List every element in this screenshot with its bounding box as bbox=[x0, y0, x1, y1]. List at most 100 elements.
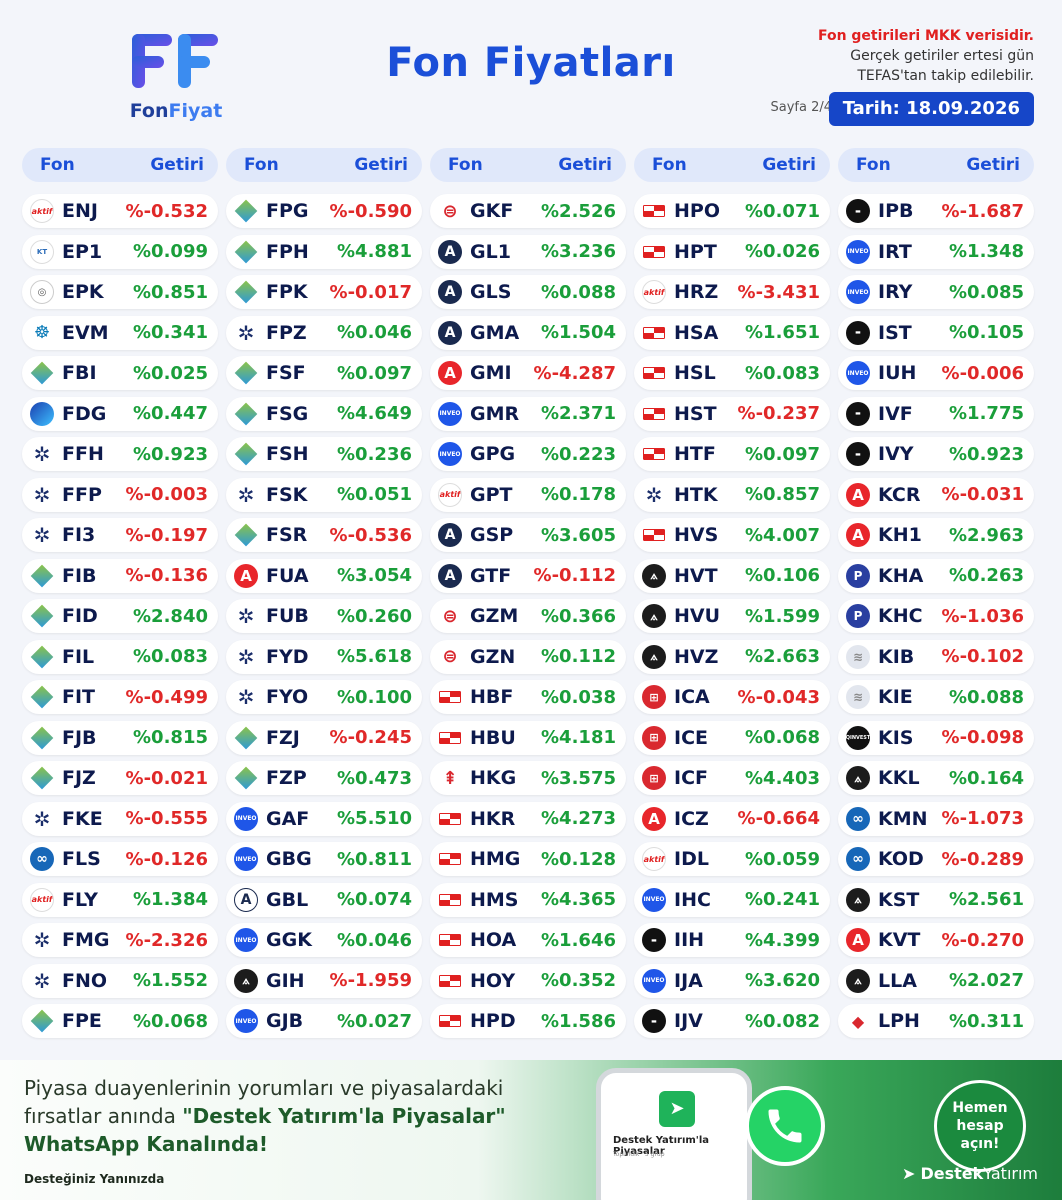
fund-row[interactable]: ◆ LPH %0.311 bbox=[838, 1004, 1034, 1038]
fund-row[interactable]: INVEO IHC %0.241 bbox=[634, 882, 830, 917]
fund-row[interactable]: FIB %-0.136 bbox=[22, 558, 218, 593]
fund-row[interactable]: HSL %0.083 bbox=[634, 356, 830, 390]
fund-row[interactable]: FPE %0.068 bbox=[22, 1004, 218, 1038]
fund-row[interactable]: aktif FLY %1.384 bbox=[22, 882, 218, 917]
fund-row[interactable]: A KVT %-0.270 bbox=[838, 923, 1034, 957]
fund-row[interactable]: P KHC %-1.036 bbox=[838, 599, 1034, 633]
fund-row[interactable]: INVEO GAF %5.510 bbox=[226, 801, 422, 836]
fund-row[interactable]: ✲ FKE %-0.555 bbox=[22, 801, 218, 836]
fund-row[interactable]: FPH %4.881 bbox=[226, 234, 422, 269]
fund-row[interactable]: ≋ KIB %-0.102 bbox=[838, 639, 1034, 674]
fund-row[interactable]: aktif IDL %0.059 bbox=[634, 842, 830, 876]
fund-row[interactable]: ✲ FPZ %0.046 bbox=[226, 315, 422, 350]
fund-row[interactable]: ▬ IVF %1.775 bbox=[838, 396, 1034, 431]
fund-row[interactable]: HSA %1.651 bbox=[634, 315, 830, 350]
fund-row[interactable]: ⟑ HVZ %2.663 bbox=[634, 639, 830, 674]
fund-row[interactable]: A GBL %0.074 bbox=[226, 882, 422, 917]
fund-row[interactable]: HBF %0.038 bbox=[430, 680, 626, 714]
fund-row[interactable]: FPG %-0.590 bbox=[226, 194, 422, 228]
fund-row[interactable]: HPD %1.586 bbox=[430, 1004, 626, 1038]
fund-row[interactable]: INVEO IJA %3.620 bbox=[634, 963, 830, 998]
fund-row[interactable]: ◎ EPK %0.851 bbox=[22, 275, 218, 309]
fund-row[interactable]: KT EP1 %0.099 bbox=[22, 234, 218, 269]
fund-row[interactable]: ∞ KMN %-1.073 bbox=[838, 801, 1034, 836]
fund-row[interactable]: A GL1 %3.236 bbox=[430, 234, 626, 269]
fund-row[interactable]: ⇞ HKG %3.575 bbox=[430, 761, 626, 795]
fund-row[interactable]: HVS %4.007 bbox=[634, 518, 830, 552]
fund-row[interactable]: ✲ FNO %1.552 bbox=[22, 963, 218, 998]
fund-row[interactable]: QINVEST KIS %-0.098 bbox=[838, 720, 1034, 755]
fund-row[interactable]: INVEO GPG %0.223 bbox=[430, 437, 626, 471]
fund-row[interactable]: aktif ENJ %-0.532 bbox=[22, 194, 218, 228]
fund-row[interactable]: HTF %0.097 bbox=[634, 437, 830, 471]
fund-row[interactable]: ⟑ GIH %-1.959 bbox=[226, 963, 422, 998]
fund-row[interactable]: FDG %0.447 bbox=[22, 396, 218, 431]
fund-row[interactable]: ▬ IIH %4.399 bbox=[634, 923, 830, 957]
fund-row[interactable]: ⊜ GZN %0.112 bbox=[430, 639, 626, 674]
fund-row[interactable]: ✲ FFP %-0.003 bbox=[22, 477, 218, 512]
fund-row[interactable]: FJB %0.815 bbox=[22, 720, 218, 755]
fund-row[interactable]: A KCR %-0.031 bbox=[838, 477, 1034, 512]
fund-row[interactable]: FSG %4.649 bbox=[226, 396, 422, 431]
whatsapp-promo-banner[interactable]: Piyasa duayenlerinin yorumları ve piyasa… bbox=[0, 1060, 1062, 1200]
fund-row[interactable]: FIT %-0.499 bbox=[22, 680, 218, 714]
open-account-button[interactable]: Hemen hesap açın! bbox=[934, 1080, 1026, 1172]
fund-row[interactable]: ✲ FYD %5.618 bbox=[226, 639, 422, 674]
fund-row[interactable]: A KH1 %2.963 bbox=[838, 518, 1034, 552]
fund-row[interactable]: ☸ EVM %0.341 bbox=[22, 315, 218, 350]
fund-row[interactable]: ⊞ ICF %4.403 bbox=[634, 761, 830, 795]
fund-row[interactable]: FZJ %-0.245 bbox=[226, 720, 422, 755]
fund-row[interactable]: aktif HRZ %-3.431 bbox=[634, 275, 830, 309]
fund-row[interactable]: ✲ FI3 %-0.197 bbox=[22, 518, 218, 552]
fund-row[interactable]: ✲ FYO %0.100 bbox=[226, 680, 422, 714]
fund-row[interactable]: A GSP %3.605 bbox=[430, 518, 626, 552]
fund-row[interactable]: P KHA %0.263 bbox=[838, 558, 1034, 593]
fund-row[interactable]: A GMA %1.504 bbox=[430, 315, 626, 350]
fund-row[interactable]: HOY %0.352 bbox=[430, 963, 626, 998]
fund-row[interactable]: HST %-0.237 bbox=[634, 396, 830, 431]
fund-row[interactable]: ✲ FUB %0.260 bbox=[226, 599, 422, 633]
fund-row[interactable]: FZP %0.473 bbox=[226, 761, 422, 795]
fund-row[interactable]: ⟑ KST %2.561 bbox=[838, 882, 1034, 917]
fund-row[interactable]: aktif GPT %0.178 bbox=[430, 477, 626, 512]
fund-row[interactable]: ✲ FFH %0.923 bbox=[22, 437, 218, 471]
fund-row[interactable]: FPK %-0.017 bbox=[226, 275, 422, 309]
fund-row[interactable]: FSR %-0.536 bbox=[226, 518, 422, 552]
fund-row[interactable]: FID %2.840 bbox=[22, 599, 218, 633]
fund-row[interactable]: ✲ FMG %-2.326 bbox=[22, 923, 218, 957]
fund-row[interactable]: ⟑ LLA %2.027 bbox=[838, 963, 1034, 998]
fund-row[interactable]: ✲ FSK %0.051 bbox=[226, 477, 422, 512]
fund-row[interactable]: HOA %1.646 bbox=[430, 923, 626, 957]
fund-row[interactable]: ⊜ GZM %0.366 bbox=[430, 599, 626, 633]
fund-row[interactable]: A GLS %0.088 bbox=[430, 275, 626, 309]
fund-row[interactable]: FJZ %-0.021 bbox=[22, 761, 218, 795]
fund-row[interactable]: FBI %0.025 bbox=[22, 356, 218, 390]
fund-row[interactable]: HPT %0.026 bbox=[634, 234, 830, 269]
fund-row[interactable]: HMS %4.365 bbox=[430, 882, 626, 917]
fund-row[interactable]: HKR %4.273 bbox=[430, 801, 626, 836]
fund-row[interactable]: ▬ IJV %0.082 bbox=[634, 1004, 830, 1038]
fund-row[interactable]: ∞ FLS %-0.126 bbox=[22, 842, 218, 876]
fund-row[interactable]: ✲ HTK %0.857 bbox=[634, 477, 830, 512]
fund-row[interactable]: ⊞ ICE %0.068 bbox=[634, 720, 830, 755]
fund-row[interactable]: ▬ IPB %-1.687 bbox=[838, 194, 1034, 228]
fund-row[interactable]: ∞ KOD %-0.289 bbox=[838, 842, 1034, 876]
fund-row[interactable]: ⟑ KKL %0.164 bbox=[838, 761, 1034, 795]
fund-row[interactable]: FSF %0.097 bbox=[226, 356, 422, 390]
fund-row[interactable]: A GTF %-0.112 bbox=[430, 558, 626, 593]
fund-row[interactable]: INVEO GMR %2.371 bbox=[430, 396, 626, 431]
fund-row[interactable]: A FUA %3.054 bbox=[226, 558, 422, 593]
fund-row[interactable]: ▬ IVY %0.923 bbox=[838, 437, 1034, 471]
fund-row[interactable]: HBU %4.181 bbox=[430, 720, 626, 755]
fund-row[interactable]: FSH %0.236 bbox=[226, 437, 422, 471]
fund-row[interactable]: ≋ KIE %0.088 bbox=[838, 680, 1034, 714]
fund-row[interactable]: INVEO GGK %0.046 bbox=[226, 923, 422, 957]
fund-row[interactable]: ⊜ GKF %2.526 bbox=[430, 194, 626, 228]
fund-row[interactable]: A GMI %-4.287 bbox=[430, 356, 626, 390]
whatsapp-icon[interactable] bbox=[745, 1086, 825, 1166]
fund-row[interactable]: ⊞ ICA %-0.043 bbox=[634, 680, 830, 714]
fund-row[interactable]: HPO %0.071 bbox=[634, 194, 830, 228]
fund-row[interactable]: ▬ IST %0.105 bbox=[838, 315, 1034, 350]
fund-row[interactable]: ⟑ HVU %1.599 bbox=[634, 599, 830, 633]
fund-row[interactable]: A ICZ %-0.664 bbox=[634, 801, 830, 836]
